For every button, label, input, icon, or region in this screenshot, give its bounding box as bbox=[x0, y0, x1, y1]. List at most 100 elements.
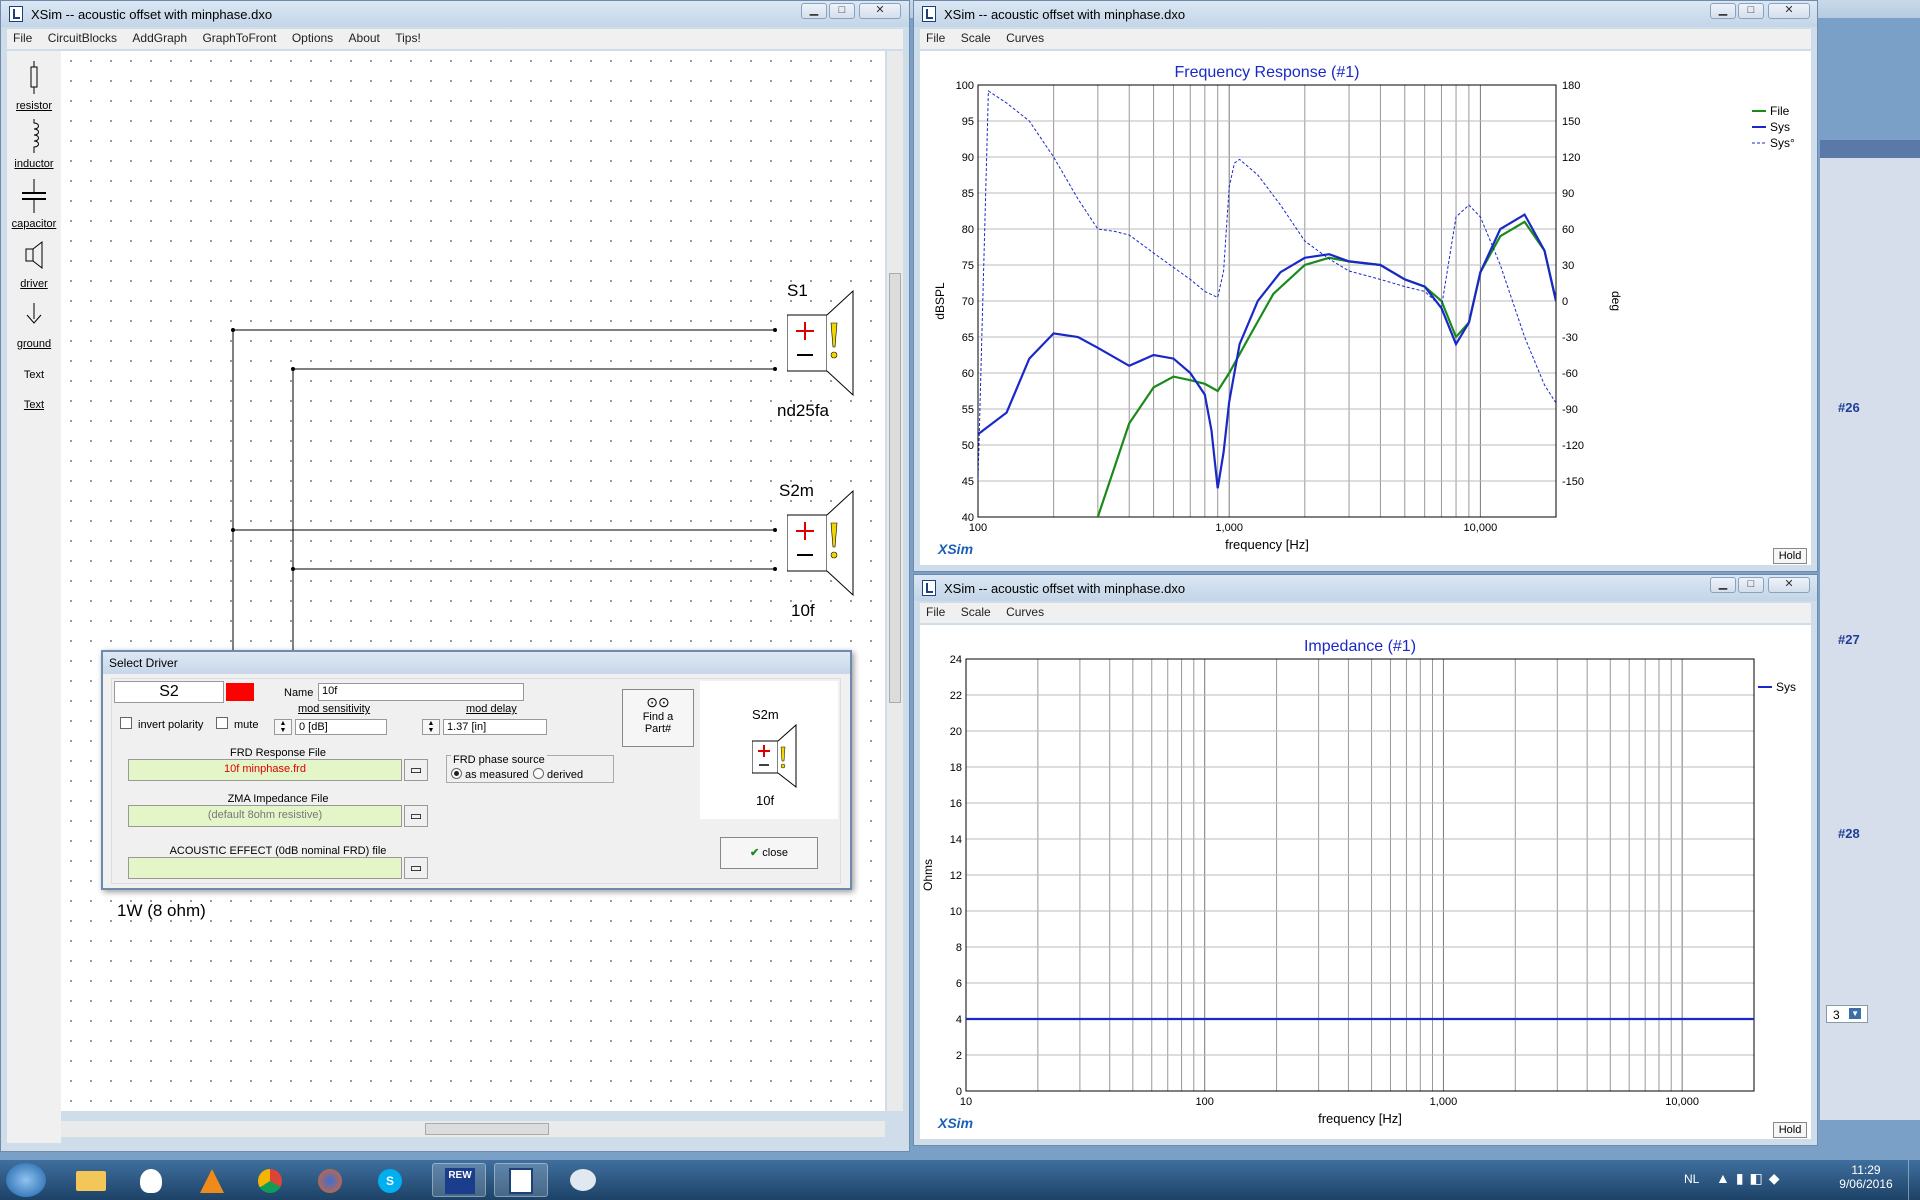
folder-open-icon[interactable]: ▭ bbox=[404, 805, 428, 827]
driver-preview: S2m 10f bbox=[700, 681, 838, 819]
main-window[interactable]: XSim -- acoustic offset with minphase.dx… bbox=[0, 0, 910, 1152]
menu-scale[interactable]: Scale bbox=[955, 603, 997, 621]
menu-tips[interactable]: Tips! bbox=[389, 29, 427, 47]
side-dropdown[interactable]: 3 ▼ bbox=[1826, 1005, 1868, 1023]
close-dialog-button[interactable]: ✔ close bbox=[720, 837, 818, 869]
speaker-icon bbox=[786, 289, 854, 397]
maximize-button[interactable]: □ bbox=[829, 3, 855, 19]
y-tick-label: 65 bbox=[962, 332, 974, 344]
firefox-icon[interactable] bbox=[304, 1163, 358, 1197]
mod-delay-spinner[interactable]: ▲ ▼ bbox=[422, 719, 440, 735]
tool-text[interactable]: Text bbox=[7, 369, 61, 381]
vertical-scrollbar[interactable] bbox=[887, 51, 903, 1111]
main-titlebar[interactable]: XSim -- acoustic offset with minphase.dx… bbox=[1, 1, 909, 27]
minimize-button[interactable]: ▁ bbox=[1710, 3, 1736, 19]
menu-file[interactable]: File bbox=[920, 29, 951, 47]
y-tick-label: 55 bbox=[962, 404, 974, 416]
show-desktop-button[interactable] bbox=[1908, 1160, 1920, 1200]
x-tick-label: 100 bbox=[969, 522, 987, 534]
tool-text-label: Text bbox=[23, 369, 45, 381]
tray-icons[interactable]: ▲▮◧◆ bbox=[1716, 1170, 1786, 1187]
taskbar: S REW NL ▲▮◧◆ 11:29 9/06/2016 bbox=[0, 1160, 1920, 1200]
dialog-title: Select Driver bbox=[103, 652, 850, 674]
folder-open-icon[interactable]: ▭ bbox=[404, 759, 428, 781]
start-button[interactable] bbox=[6, 1163, 46, 1197]
y-tick-label: 16 bbox=[950, 798, 962, 810]
menu-addgraph[interactable]: AddGraph bbox=[126, 29, 193, 47]
close-button[interactable]: ✕ bbox=[1768, 577, 1810, 593]
tool-capacitor-label: capacitor bbox=[11, 218, 57, 230]
menu-about[interactable]: About bbox=[343, 29, 386, 47]
find-part-button[interactable]: ⊙⊙ Find a Part# bbox=[622, 689, 694, 747]
mod-sensitivity-spinner[interactable]: ▲ ▼ bbox=[274, 719, 292, 735]
tool-ground[interactable]: ground bbox=[7, 299, 61, 350]
menu-file[interactable]: File bbox=[920, 603, 951, 621]
impedance-window[interactable]: XSim -- acoustic offset with minphase.dx… bbox=[913, 574, 1818, 1146]
inductor-icon bbox=[33, 119, 39, 153]
maximize-button[interactable]: □ bbox=[1738, 3, 1764, 19]
skype-icon[interactable]: S bbox=[364, 1163, 418, 1197]
menu-graphtofront[interactable]: GraphToFront bbox=[196, 29, 282, 47]
x-tick-label: 10 bbox=[960, 1096, 972, 1108]
tool-inductor[interactable]: inductor bbox=[7, 119, 61, 170]
hold-button[interactable]: Hold bbox=[1773, 548, 1807, 564]
tool-capacitor[interactable]: capacitor bbox=[7, 179, 61, 230]
menu-curves[interactable]: Curves bbox=[1000, 603, 1050, 621]
menu-file[interactable]: File bbox=[7, 29, 38, 47]
driver-color-swatch[interactable] bbox=[226, 683, 254, 701]
mute-checkbox[interactable]: mute bbox=[216, 717, 258, 731]
menu-curves[interactable]: Curves bbox=[1000, 29, 1050, 47]
imp-titlebar[interactable]: XSim -- acoustic offset with minphase.dx… bbox=[914, 575, 1817, 601]
xsim-taskbar-icon[interactable] bbox=[494, 1163, 548, 1197]
folder-open-icon[interactable]: ▭ bbox=[404, 857, 428, 879]
invert-polarity-label: invert polarity bbox=[138, 719, 204, 731]
tool-resistor[interactable]: resistor bbox=[7, 61, 61, 112]
menu-options[interactable]: Options bbox=[286, 29, 339, 47]
explorer-icon[interactable] bbox=[64, 1163, 118, 1197]
horizontal-scrollbar[interactable] bbox=[61, 1121, 885, 1137]
radio-icon bbox=[533, 768, 544, 779]
paint-icon[interactable] bbox=[556, 1163, 610, 1197]
close-button[interactable]: ✕ bbox=[859, 3, 901, 19]
schematic-canvas[interactable]: S1 nd25fa S2m 10f 1W (8 ohm) bbox=[61, 51, 885, 1111]
menu-circuitblocks[interactable]: CircuitBlocks bbox=[42, 29, 123, 47]
clock[interactable]: 11:29 9/06/2016 bbox=[1836, 1163, 1896, 1191]
side-item-26[interactable]: #26 bbox=[1838, 400, 1860, 415]
vlc-icon[interactable] bbox=[184, 1163, 238, 1197]
minimize-button[interactable]: ▁ bbox=[801, 3, 827, 19]
side-item-28[interactable]: #28 bbox=[1838, 826, 1860, 841]
main-menubar: File CircuitBlocks AddGraph GraphToFront… bbox=[7, 29, 903, 49]
select-driver-dialog[interactable]: Select Driver S2 Name 10f invert polarit… bbox=[101, 650, 852, 890]
x-axis-label: frequency [Hz] bbox=[1318, 1111, 1402, 1126]
tool-text-2[interactable]: Text bbox=[7, 397, 61, 411]
mod-delay-input[interactable]: 1.37 [in] bbox=[443, 719, 547, 735]
mod-sensitivity-input[interactable]: 0 [dB] bbox=[295, 719, 387, 735]
as-measured-radio[interactable]: as measured bbox=[451, 768, 529, 781]
rew-icon[interactable]: REW bbox=[432, 1163, 486, 1197]
language-indicator[interactable]: NL bbox=[1684, 1172, 1699, 1186]
speaker-s2m[interactable] bbox=[786, 483, 857, 606]
minimize-button[interactable]: ▁ bbox=[1710, 577, 1736, 593]
maximize-button[interactable]: □ bbox=[1738, 577, 1764, 593]
acoustic-file-field[interactable] bbox=[128, 857, 402, 879]
y-tick-label: 85 bbox=[962, 188, 974, 200]
hold-button[interactable]: Hold bbox=[1773, 1122, 1807, 1138]
freq-titlebar[interactable]: XSim -- acoustic offset with minphase.dx… bbox=[914, 1, 1817, 27]
freq-response-window[interactable]: XSim -- acoustic offset with minphase.dx… bbox=[913, 0, 1818, 572]
name-input[interactable]: 10f bbox=[318, 683, 524, 701]
zma-file-field[interactable]: (default 8ohm resistive) bbox=[128, 805, 402, 827]
menu-scale[interactable]: Scale bbox=[955, 29, 997, 47]
derived-radio[interactable]: derived bbox=[533, 768, 583, 781]
speaker-s1[interactable] bbox=[786, 283, 857, 406]
chrome-icon[interactable] bbox=[244, 1163, 298, 1197]
frd-file-field[interactable]: 10f minphase.frd bbox=[128, 759, 402, 781]
invert-polarity-checkbox[interactable]: invert polarity bbox=[120, 717, 203, 731]
zma-file-label: ZMA Impedance File bbox=[227, 793, 329, 805]
horizontal-scroll-thumb[interactable] bbox=[425, 1123, 549, 1135]
vertical-scroll-thumb[interactable] bbox=[889, 273, 901, 703]
alien-app-icon[interactable] bbox=[124, 1163, 178, 1197]
close-button[interactable]: ✕ bbox=[1768, 3, 1810, 19]
freq-window-title: XSim -- acoustic offset with minphase.dx… bbox=[944, 7, 1186, 22]
side-item-27[interactable]: #27 bbox=[1838, 632, 1860, 647]
tool-driver[interactable]: driver bbox=[7, 239, 61, 290]
